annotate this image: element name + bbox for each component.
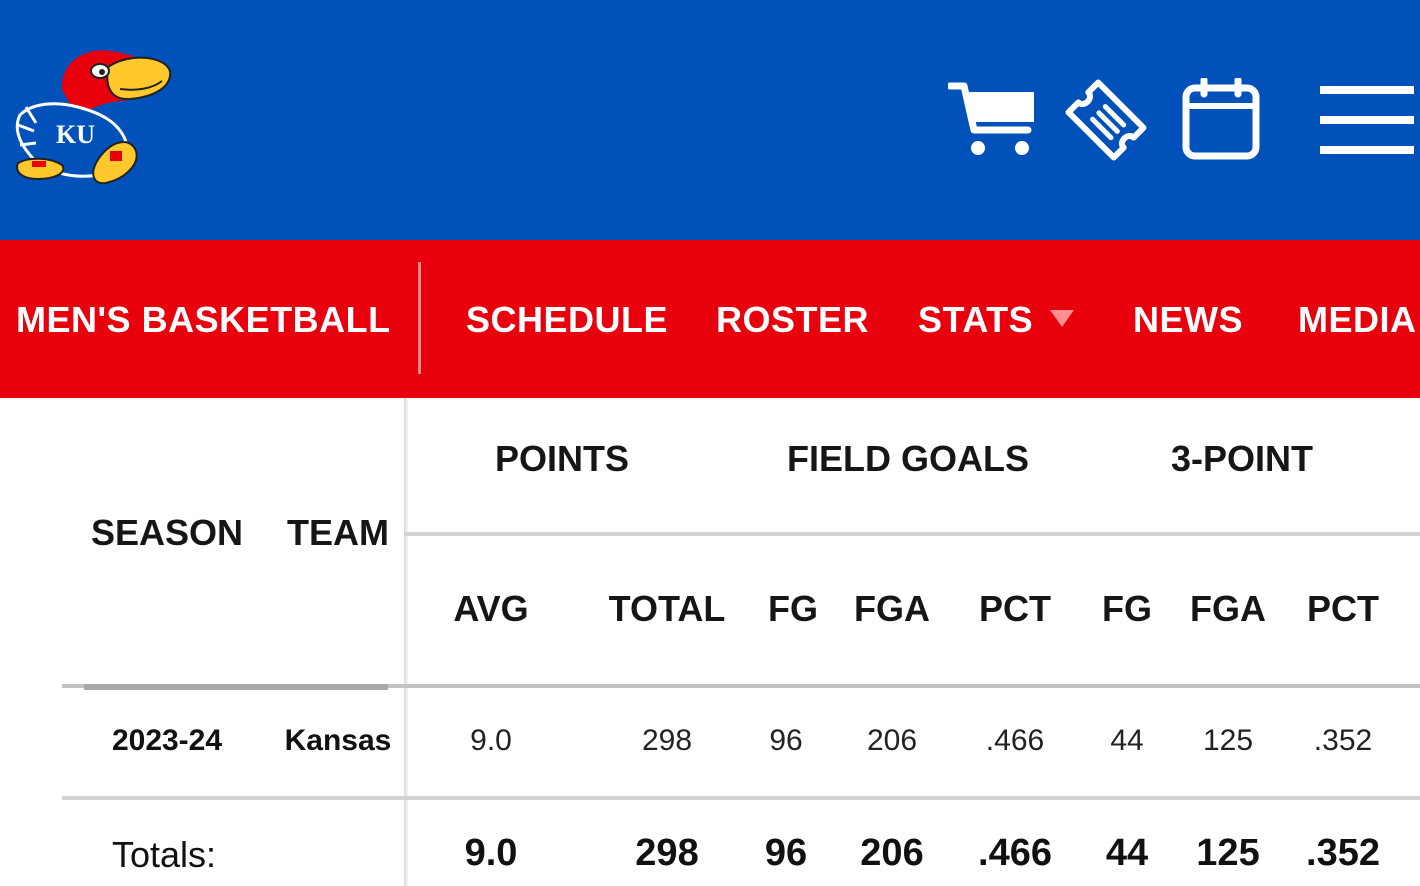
- group-header-field-goals: FIELD GOALS: [787, 438, 1029, 479]
- nav-item-stats[interactable]: STATS: [918, 240, 1033, 398]
- shopping-cart-icon[interactable]: [948, 80, 1038, 158]
- totals-fg-pct: .466: [978, 832, 1052, 874]
- column-header-3p-fg[interactable]: FG: [1102, 588, 1152, 630]
- totals-total: 298: [635, 832, 699, 874]
- row-3p-pct: .352: [1313, 724, 1373, 757]
- column-header-fg-pct[interactable]: PCT: [979, 588, 1051, 630]
- totals-label: Totals:: [112, 834, 217, 875]
- chevron-down-icon[interactable]: [1050, 310, 1074, 327]
- column-header-fga[interactable]: FGA: [854, 588, 930, 630]
- column-header-season[interactable]: SEASON: [91, 512, 243, 554]
- stats-table: POINTS FIELD GOALS 3-POINT SEASON TEAM A…: [0, 398, 1420, 886]
- nav-divider: [418, 262, 421, 374]
- site-header: KU: [0, 0, 1420, 240]
- totals-3p-fg: 44: [1105, 832, 1149, 874]
- totals-fg: 96: [764, 832, 808, 874]
- totals-fga: 206: [860, 832, 924, 874]
- column-header-avg[interactable]: AVG: [453, 588, 528, 630]
- frozen-column-shadow: [404, 398, 408, 886]
- row-3p-fg: 44: [1110, 724, 1144, 757]
- row-avg: 9.0: [470, 724, 512, 757]
- row-total: 298: [641, 724, 693, 757]
- group-header-divider: [404, 532, 1420, 536]
- kansas-jayhawk-logo[interactable]: KU: [12, 45, 174, 190]
- nav-item-roster[interactable]: ROSTER: [716, 240, 869, 398]
- row-fga: 206: [866, 724, 918, 757]
- nav-item-news[interactable]: NEWS: [1133, 240, 1243, 398]
- nav-sport-title[interactable]: MEN'S BASKETBALL: [16, 240, 391, 398]
- column-header-3p-pct[interactable]: PCT: [1307, 588, 1379, 630]
- nav-item-media[interactable]: MEDIA: [1298, 240, 1417, 398]
- totals-3p-fga: 125: [1196, 832, 1260, 874]
- row-divider: [62, 796, 1420, 800]
- row-3p-fga: 125: [1202, 724, 1254, 757]
- ticket-icon[interactable]: [1060, 75, 1152, 165]
- column-header-3p-fga[interactable]: FGA: [1190, 588, 1266, 630]
- row-fg-pct: .466: [985, 724, 1045, 757]
- svg-text:KU: KU: [56, 120, 95, 149]
- column-header-fg[interactable]: FG: [768, 588, 818, 630]
- totals-avg: 9.0: [464, 832, 518, 874]
- group-header-points: POINTS: [494, 438, 630, 479]
- sport-nav: MEN'S BASKETBALL SCHEDULE ROSTER STATS N…: [0, 240, 1420, 398]
- group-header-three-point: 3-POINT: [1170, 438, 1314, 479]
- sort-indicator: [84, 684, 388, 690]
- column-header-total[interactable]: TOTAL: [609, 588, 726, 630]
- column-header-team[interactable]: TEAM: [287, 512, 389, 554]
- row-team[interactable]: Kansas: [285, 724, 392, 758]
- calendar-icon[interactable]: [1182, 78, 1260, 160]
- hamburger-menu-icon[interactable]: [1320, 82, 1414, 158]
- totals-3p-pct: .352: [1306, 832, 1380, 874]
- row-season: 2023-24: [111, 724, 223, 757]
- nav-item-schedule[interactable]: SCHEDULE: [466, 240, 668, 398]
- row-fg: 96: [769, 724, 803, 757]
